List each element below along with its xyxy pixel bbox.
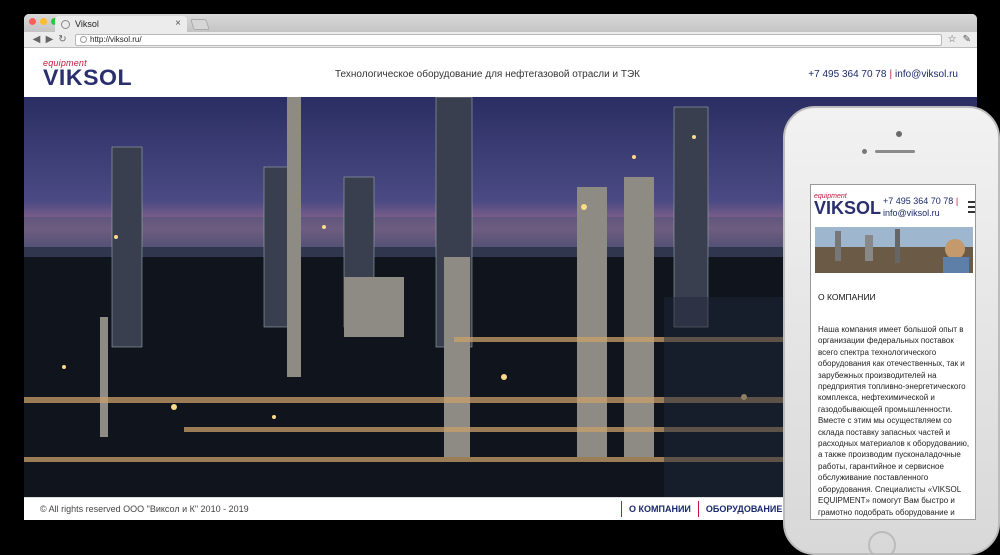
browser-toolbar: ◀ ▶ ↻ http://viksol.ru/ ☆ ✎ [24, 32, 977, 48]
tab-bar: Viksol × [24, 14, 977, 32]
forward-icon[interactable]: ▶ [43, 34, 56, 46]
front-camera [896, 131, 902, 137]
back-icon[interactable]: ◀ [30, 34, 43, 46]
mobile-phone-line: +7 495 364 70 78 | [883, 196, 958, 206]
phone-link[interactable]: +7 495 364 70 78 [808, 69, 886, 80]
mobile-phone-link[interactable]: +7 495 364 70 78 [883, 196, 953, 206]
globe-icon [61, 19, 70, 29]
mobile-email-link[interactable]: info@viksol.ru [883, 208, 940, 218]
globe-icon [80, 36, 87, 43]
home-button[interactable] [868, 531, 896, 555]
footer-nav-equipment[interactable]: ОБОРУДОВАНИЕ [697, 501, 789, 517]
site-tagline: Технологическое оборудование для нефтега… [335, 69, 640, 80]
mobile-screen: equipment VIKSOL +7 495 364 70 78 | info… [810, 184, 976, 520]
mobile-contact-separator: | [955, 196, 959, 206]
footer-nav: О КОМПАНИИ ОБОРУДОВАНИЕ [621, 501, 789, 517]
footer-nav-company[interactable]: О КОМПАНИИ [621, 501, 698, 517]
email-link[interactable]: info@viksol.ru [895, 69, 958, 80]
mobile-hero-image [815, 227, 973, 273]
reload-icon[interactable]: ↻ [56, 34, 69, 46]
sensor [862, 149, 867, 154]
site-header: equipment VIKSOL Технологическое оборудо… [24, 49, 977, 97]
new-tab-button[interactable] [190, 19, 210, 30]
tab-title: Viksol [75, 19, 99, 29]
browser-tab[interactable]: Viksol × [55, 16, 187, 32]
menu-icon[interactable] [968, 201, 975, 216]
address-bar[interactable]: http://viksol.ru/ [75, 33, 942, 46]
window-controls [29, 18, 58, 25]
site-logo[interactable]: equipment VIKSOL [43, 58, 132, 90]
mobile-logo[interactable]: equipment VIKSOL [814, 193, 881, 219]
star-icon[interactable]: ☆ [948, 34, 957, 46]
close-window-button[interactable] [29, 18, 36, 25]
header-contacts: +7 495 364 70 78 | info@viksol.ru [808, 69, 958, 80]
minimize-window-button[interactable] [40, 18, 47, 25]
tab-close-icon[interactable]: × [175, 19, 181, 29]
mobile-logo-wordmark: VIKSOL [814, 198, 882, 218]
mobile-section-title: О КОМПАНИИ [818, 292, 876, 302]
mobile-body-text: Наша компания имеет большой опыт в орган… [818, 325, 974, 519]
mobile-hero-illustration [815, 227, 973, 273]
url-text: http://viksol.ru/ [90, 34, 142, 44]
wrench-icon[interactable]: ✎ [963, 34, 971, 46]
logo-wordmark: VIKSOL [43, 65, 133, 90]
phone-mockup: equipment VIKSOL +7 495 364 70 78 | info… [783, 106, 1000, 555]
earpiece-speaker [875, 150, 915, 153]
contact-separator: | [889, 69, 893, 80]
copyright-text: © All rights reserved ООО "Виксол и К" 2… [40, 504, 249, 514]
